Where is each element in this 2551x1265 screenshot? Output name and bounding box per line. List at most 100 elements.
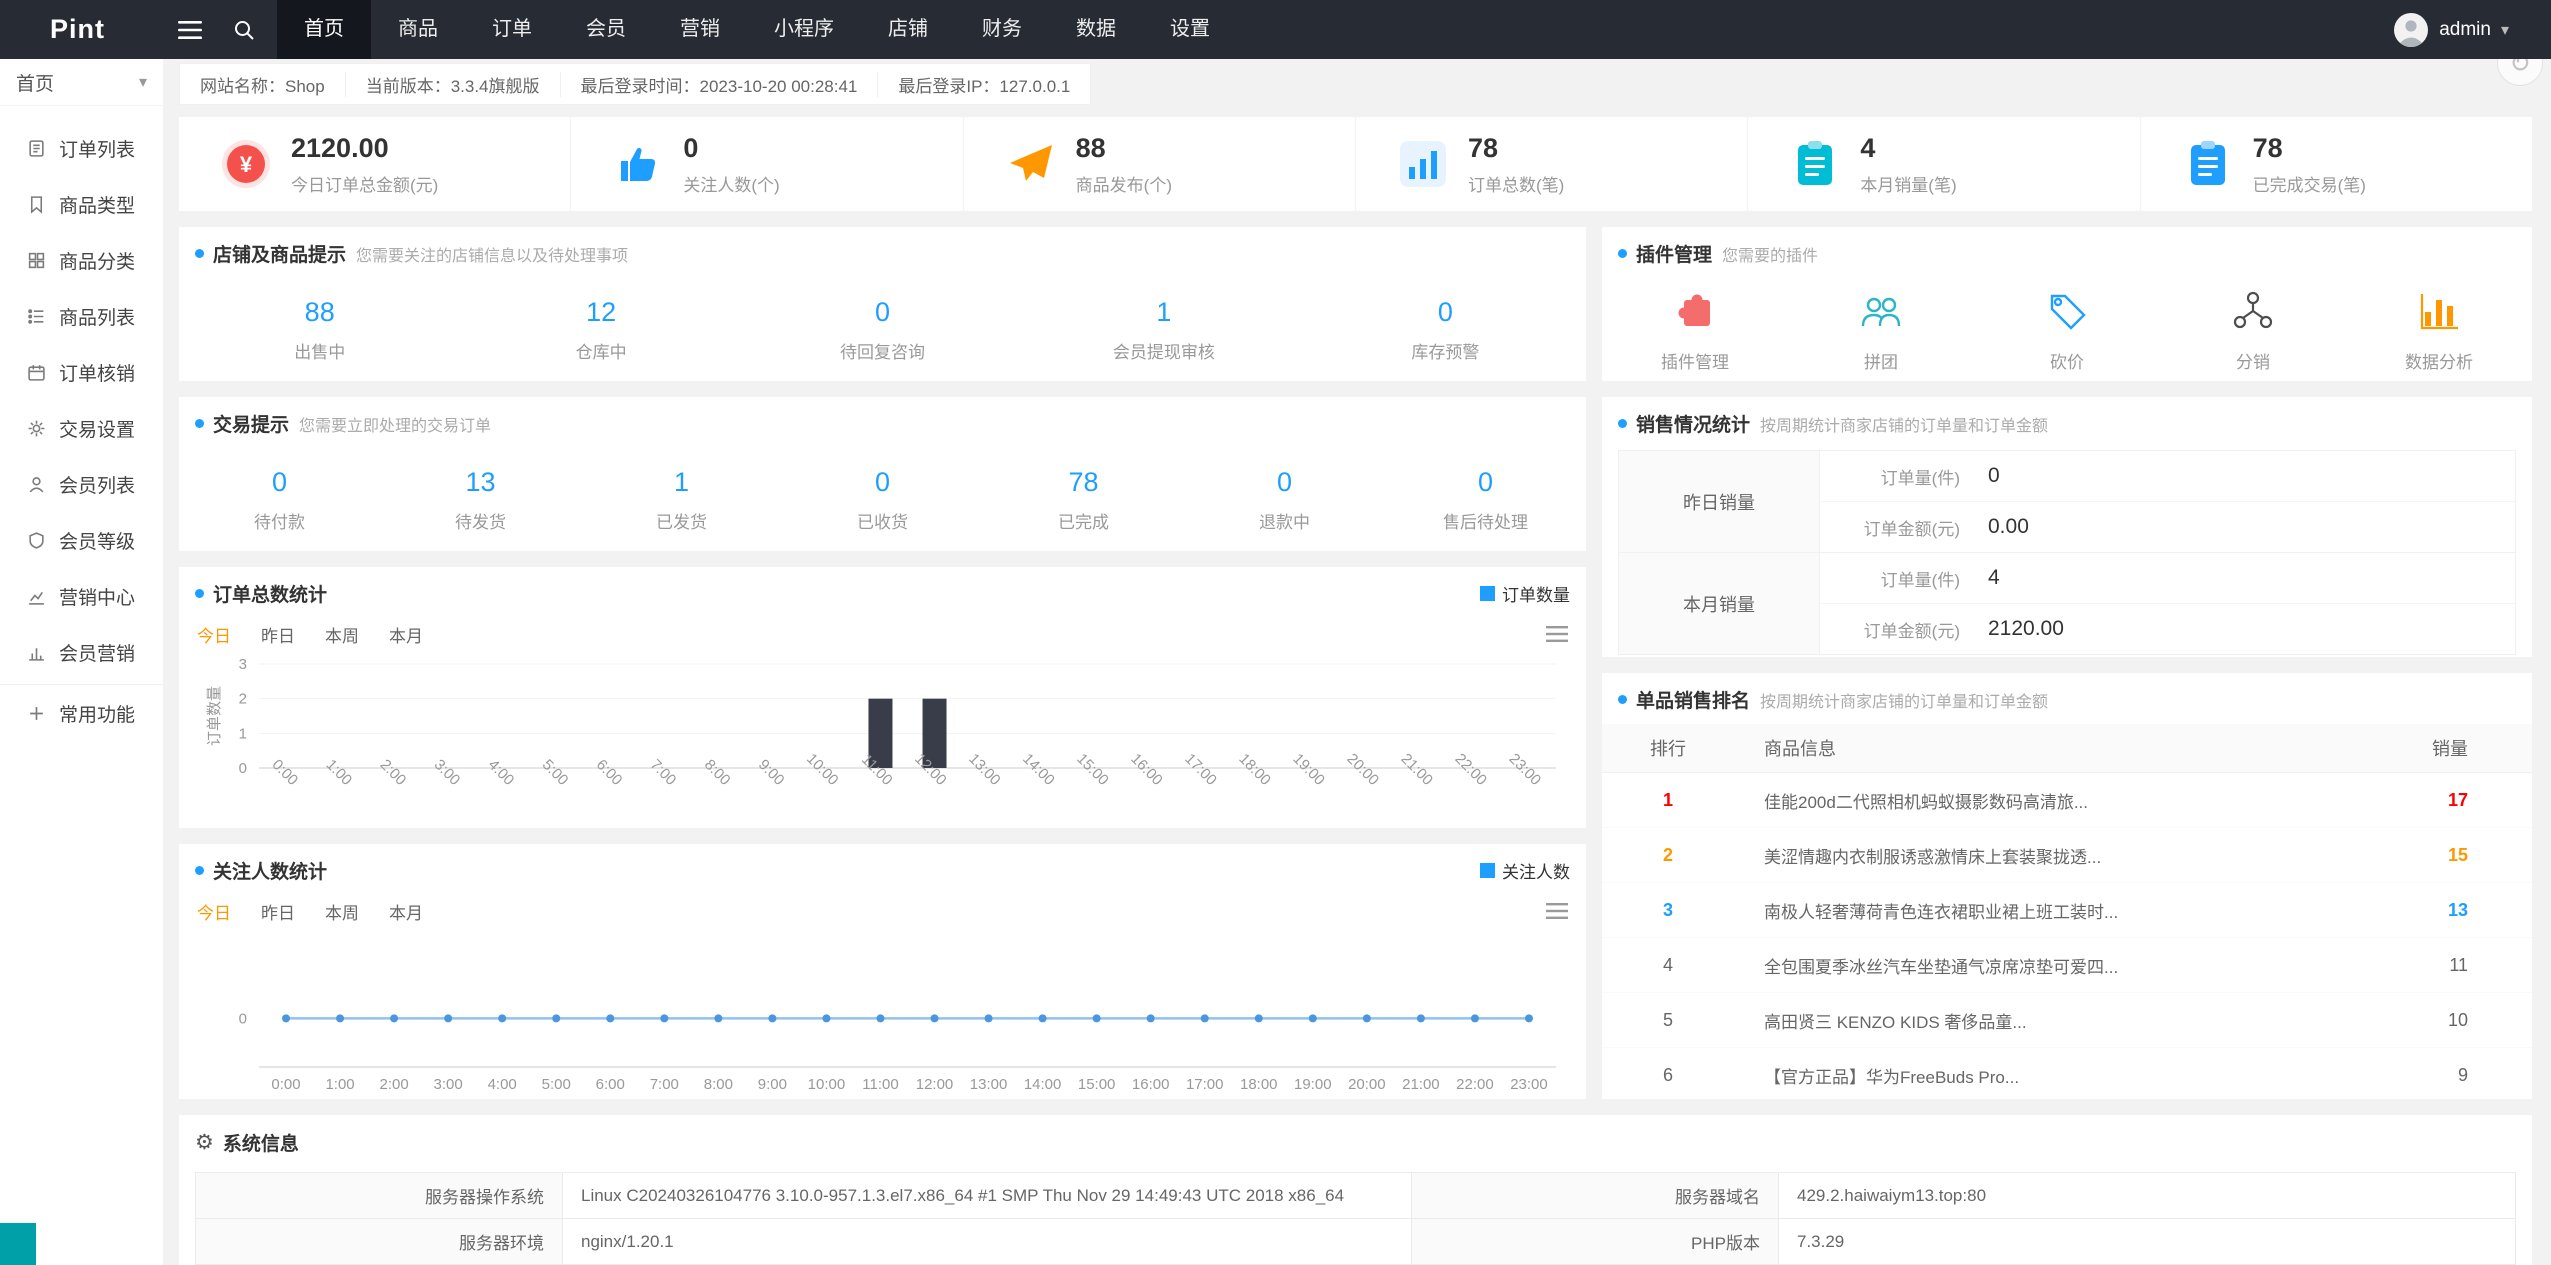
sidebar-item-trade-settings[interactable]: 交易设置	[0, 400, 163, 456]
ranking-table: 排行 商品信息 销量 1 佳能200d二代照相机蚂蚁摄影数码高清旅... 17 2 美涩…	[1602, 724, 2532, 1099]
sales-stats-table: 昨日销量 订单量(件) 0 订单金额(元) 0.00 本月销量 订单量(件) 4 订单…	[1618, 450, 2516, 655]
chart-legend[interactable]: 订单数量	[1480, 581, 1570, 606]
chart-tab[interactable]: 昨日	[261, 899, 295, 924]
stat-item: 88 出售中	[179, 297, 460, 363]
theme-toggle-button[interactable]	[0, 1223, 36, 1265]
svg-text:12:00: 12:00	[916, 1076, 954, 1093]
panel-title: 订单总数统计	[213, 585, 328, 606]
product-name[interactable]: 美涩情趣内衣制服诱惑激情床上套装聚拢透...	[1734, 827, 2317, 883]
menu-toggle-button[interactable]	[163, 0, 217, 59]
stat-value[interactable]: 0	[1305, 297, 1586, 328]
plugin-item-analytics[interactable]: 数据分析	[2346, 288, 2532, 373]
svg-text:3:00: 3:00	[434, 1076, 463, 1093]
search-button[interactable]	[217, 0, 271, 59]
nav-item-data[interactable]: 数据	[1049, 0, 1143, 59]
avatar	[2394, 12, 2429, 47]
stat-value[interactable]: 88	[179, 297, 460, 328]
svg-text:22:00: 22:00	[1456, 1076, 1494, 1093]
nav-item-settings[interactable]: 设置	[1143, 0, 1237, 59]
chart-period-tabs: 今日 昨日 本周 本月	[179, 616, 1586, 650]
stat-value[interactable]: 1	[1023, 297, 1304, 328]
sidebar-module-select[interactable]: 首页 ▾	[0, 59, 163, 106]
stat-value[interactable]: 13	[380, 467, 581, 498]
site-info-item: 当前版本：3.3.4旗舰版	[346, 71, 561, 97]
plugin-item-bargain[interactable]: 砍价	[1974, 288, 2160, 373]
svg-text:8:00: 8:00	[701, 756, 734, 789]
svg-text:13:00: 13:00	[970, 1076, 1008, 1093]
nav-item-home[interactable]: 首页	[277, 0, 371, 59]
svg-text:17:00: 17:00	[1181, 750, 1220, 789]
svg-text:2: 2	[239, 691, 247, 708]
svg-text:14:00: 14:00	[1019, 750, 1058, 789]
svg-text:19:00: 19:00	[1294, 1076, 1332, 1093]
thumbs-up-icon	[621, 147, 656, 181]
sidebar-item-goods-list[interactable]: 商品列表	[0, 288, 163, 344]
chart-tab[interactable]: 本月	[389, 622, 423, 647]
rank-number: 3	[1602, 882, 1734, 938]
stat-value[interactable]: 0	[782, 467, 983, 498]
svg-text:21:00: 21:00	[1398, 750, 1437, 789]
nav-item-miniapp[interactable]: 小程序	[747, 0, 861, 59]
stat-value[interactable]: 0	[179, 467, 380, 498]
plugin-item-distribution[interactable]: 分销	[2160, 288, 2346, 373]
chart-tab[interactable]: 本周	[325, 622, 359, 647]
metric-label: 订单金额(元)	[1863, 519, 1960, 539]
stat-value[interactable]: 1	[581, 467, 782, 498]
user-menu[interactable]: admin ▾	[2393, 12, 2551, 48]
chart-legend[interactable]: 关注人数	[1480, 858, 1570, 883]
plugin-item-group-buy[interactable]: 拼团	[1788, 288, 1974, 373]
chart-tab[interactable]: 本周	[325, 899, 359, 924]
nav-item-member[interactable]: 会员	[559, 0, 653, 59]
chart-tab[interactable]: 今日	[197, 622, 231, 647]
bullet-icon	[1618, 249, 1627, 258]
chart-tab[interactable]: 昨日	[261, 622, 295, 647]
sidebar-item-order-verify[interactable]: 订单核销	[0, 344, 163, 400]
hamburger-icon	[178, 20, 202, 39]
sidebar-item-quick-actions[interactable]: 常用功能	[0, 684, 163, 741]
nav-item-order[interactable]: 订单	[465, 0, 559, 59]
stat-value[interactable]: 0	[1385, 467, 1586, 498]
sidebar-item-goods-category[interactable]: 商品分类	[0, 232, 163, 288]
sidebar-item-member-list[interactable]: 会员列表	[0, 456, 163, 512]
nav-item-shop[interactable]: 店铺	[861, 0, 955, 59]
plugin-item-manage[interactable]: 插件管理	[1602, 288, 1788, 373]
chart-menu-icon[interactable]	[1546, 626, 1568, 642]
stat-label: 退款中	[1259, 513, 1310, 532]
info-label: 服务器域名	[1411, 1172, 1779, 1219]
metric-value: 4	[1988, 566, 2000, 589]
product-name[interactable]: 佳能200d二代照相机蚂蚁摄影数码高清旅...	[1734, 772, 2317, 828]
product-name[interactable]: 【官方正品】华为FreeBuds Pro...	[1734, 1047, 2317, 1099]
nav-item-finance[interactable]: 财务	[955, 0, 1049, 59]
info-value: 429.2.haiwaiym13.top:80	[1778, 1172, 2516, 1219]
share-network-icon	[2233, 291, 2273, 328]
product-name[interactable]: 高田贤三 KENZO KIDS 奢侈品童...	[1734, 992, 2317, 1048]
stat-value[interactable]: 0	[1184, 467, 1385, 498]
stat-card-month-sales: 4 本月销量(笔)	[1748, 117, 2141, 211]
svg-text:2:00: 2:00	[377, 756, 410, 789]
stat-value[interactable]: 0	[742, 297, 1023, 328]
sidebar-item-order-list[interactable]: 订单列表	[0, 120, 163, 176]
product-name[interactable]: 全包围夏季冰丝汽车坐垫通气凉席凉垫可爱四...	[1734, 937, 2317, 993]
panel-title: 关注人数统计	[213, 862, 328, 883]
stat-label: 本月销量(笔)	[1860, 175, 1957, 195]
ranking-panel: 单品销售排名 按周期统计商家店铺的订单量和订单金额 排行 商品信息 销量 1 佳能…	[1602, 673, 2532, 1099]
panel-subtitle: 按周期统计商家店铺的订单量和订单金额	[1760, 417, 2049, 435]
sidebar-item-marketing-center[interactable]: 营销中心	[0, 568, 163, 624]
product-name[interactable]: 南极人轻奢薄荷青色连衣裙职业裙上班工装时...	[1734, 882, 2317, 938]
main-content: 网站名称：Shop 当前版本：3.3.4旗舰版 最后登录时间：2023-10-20 …	[163, 59, 2551, 1265]
stat-value[interactable]: 12	[460, 297, 741, 328]
chart-tab[interactable]: 本月	[389, 899, 423, 924]
stat-value[interactable]: 78	[983, 467, 1184, 498]
sidebar-item-member-marketing[interactable]: 会员营销	[0, 624, 163, 680]
sidebar-item-member-level[interactable]: 会员等级	[0, 512, 163, 568]
stat-label: 已收货	[857, 513, 908, 532]
nav-item-goods[interactable]: 商品	[371, 0, 465, 59]
stat-item: 12 仓库中	[460, 297, 741, 363]
svg-text:0:00: 0:00	[271, 1076, 300, 1093]
system-info-panel: ⚙ 系统信息 服务器操作系统 Linux C20240326104776 3.1…	[179, 1115, 2532, 1265]
ranking-row: 4 全包围夏季冰丝汽车坐垫通气凉席凉垫可爱四... 11	[1602, 937, 2532, 993]
chart-menu-icon[interactable]	[1546, 903, 1568, 919]
sidebar-item-goods-type[interactable]: 商品类型	[0, 176, 163, 232]
chart-tab[interactable]: 今日	[197, 899, 231, 924]
nav-item-marketing[interactable]: 营销	[653, 0, 747, 59]
